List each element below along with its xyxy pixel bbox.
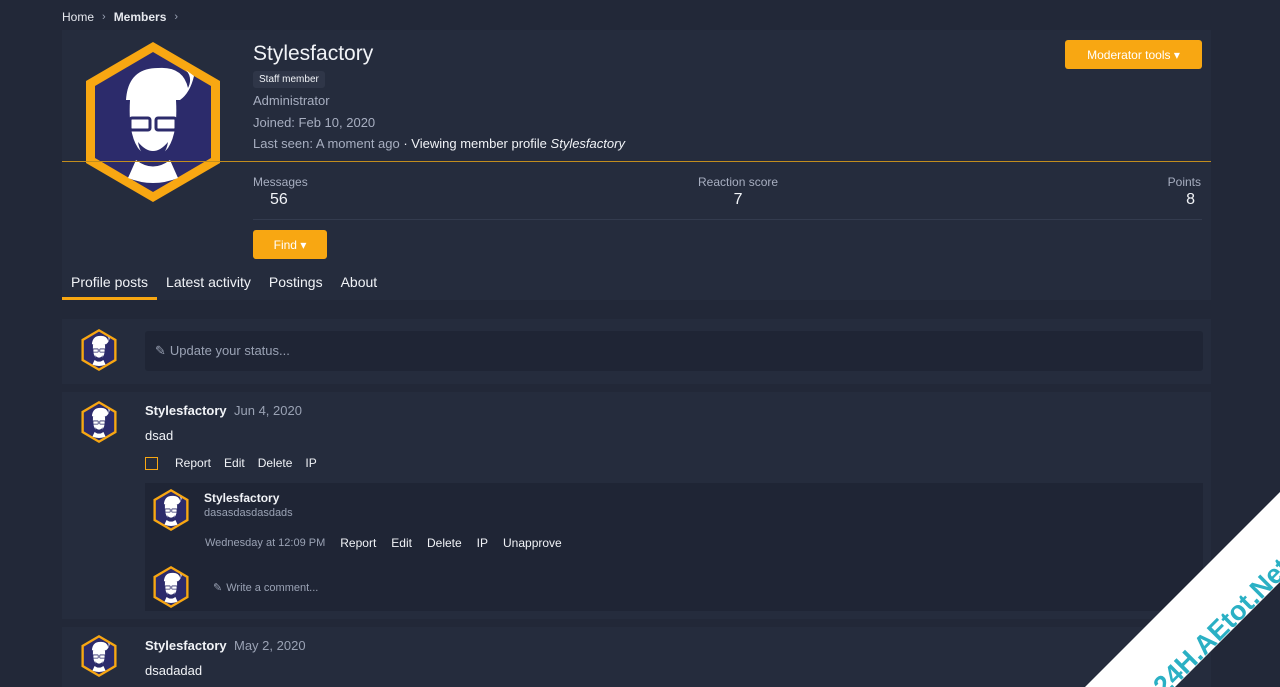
post-text: dsad	[145, 428, 174, 443]
reaction-value: 7	[733, 191, 743, 208]
chevron-right-icon: ›	[174, 11, 179, 23]
post-date[interactable]: Jun 4, 2020	[234, 403, 302, 418]
comment-unapprove-link[interactable]: Unapprove	[503, 536, 562, 550]
comment-report-link[interactable]: Report	[340, 536, 376, 550]
stat-reaction[interactable]: Reaction score 7	[698, 175, 778, 209]
tab-about[interactable]: About	[332, 268, 387, 300]
comment-actions: Wednesday at 12:09 PM Report Edit Delete…	[205, 536, 562, 550]
profile-post: Stylesfactory Jun 4, 2020 dsad Report Ed…	[62, 392, 1211, 619]
breadcrumb: Home › Members ›	[62, 10, 180, 24]
post-author[interactable]: Stylesfactory	[145, 638, 227, 653]
joined-date: Feb 10, 2020	[298, 115, 376, 130]
avatar[interactable]	[79, 328, 119, 372]
avatar[interactable]	[151, 565, 191, 609]
breadcrumb-home-link[interactable]: Home	[62, 10, 94, 24]
ip-link[interactable]: IP	[305, 456, 316, 470]
pencil-icon: ✎	[213, 582, 223, 594]
comment-ip-link[interactable]: IP	[477, 536, 488, 550]
messages-label: Messages	[253, 175, 308, 189]
comment-author[interactable]: Stylesfactory	[204, 491, 279, 505]
comment-text: dasasdasdasdads	[204, 507, 293, 519]
status-placeholder: Update your status...	[169, 343, 290, 358]
stat-points[interactable]: Points 8	[1168, 175, 1201, 209]
stats-divider	[253, 219, 1202, 220]
reaction-label: Reaction score	[698, 175, 779, 189]
select-checkbox[interactable]	[145, 456, 158, 470]
chevron-right-icon: ›	[102, 11, 106, 23]
last-seen-label: Last seen:	[253, 136, 313, 151]
tab-latest-activity[interactable]: Latest activity	[157, 268, 260, 300]
moderator-tools-button[interactable]: Moderator tools ▾	[1065, 40, 1202, 69]
avatar[interactable]	[79, 400, 119, 444]
staff-badge: Staff member	[253, 71, 325, 88]
pencil-icon: ✎	[155, 343, 166, 358]
profile-tabs: Profile posts Latest activity Postings A…	[62, 268, 386, 300]
status-input[interactable]: ✎ Update your status...	[145, 331, 1203, 371]
tab-postings[interactable]: Postings	[260, 268, 332, 300]
write-comment-input[interactable]: ✎ Write a comment...	[213, 581, 319, 595]
points-label: Points	[1167, 175, 1201, 189]
joined-line: Joined: Feb 10, 2020	[253, 115, 375, 130]
stat-messages[interactable]: Messages 56	[253, 175, 308, 209]
messages-value: 56	[270, 191, 288, 208]
post-author[interactable]: Stylesfactory	[145, 403, 227, 418]
report-link[interactable]: Report	[175, 456, 211, 470]
write-comment-placeholder: Write a comment...	[226, 581, 319, 594]
comment-delete-link[interactable]: Delete	[427, 536, 462, 550]
watermark: 24H.AEtot.Net	[1080, 487, 1280, 687]
watermark-banner: 24H.AEtot.Net	[1085, 492, 1280, 687]
last-seen-line: Last seen: A moment ago · Viewing member…	[253, 136, 625, 151]
avatar[interactable]	[151, 488, 191, 532]
post-date[interactable]: May 2, 2020	[234, 638, 306, 653]
comment-edit-link[interactable]: Edit	[391, 536, 412, 550]
activity-target[interactable]: Stylesfactory	[551, 136, 625, 151]
delete-link[interactable]: Delete	[258, 456, 293, 470]
comment-list: Stylesfactory dasasdasdasdads Wednesday …	[145, 483, 1203, 611]
activity-text: · Viewing member profile	[403, 136, 547, 151]
joined-label: Joined:	[253, 115, 295, 130]
profile-header: Stylesfactory Staff member Administrator…	[62, 30, 1211, 300]
profile-name: Stylesfactory	[253, 42, 374, 65]
status-update-box: ✎ Update your status...	[62, 319, 1211, 384]
comment-time[interactable]: Wednesday at 12:09 PM	[205, 537, 325, 549]
tab-profile-posts[interactable]: Profile posts	[62, 268, 158, 300]
last-seen-value: A moment ago	[315, 136, 400, 151]
profile-post: Stylesfactory May 2, 2020 dsadadad	[62, 627, 1211, 687]
edit-link[interactable]: Edit	[224, 456, 245, 470]
post-actions: Report Edit Delete IP	[145, 456, 317, 470]
points-value: 8	[1186, 191, 1195, 208]
breadcrumb-members-link[interactable]: Members	[114, 10, 167, 24]
user-title: Administrator	[253, 93, 330, 108]
profile-avatar[interactable]	[78, 38, 228, 206]
post-text: dsadadad	[145, 663, 203, 678]
header-divider	[62, 161, 1211, 162]
find-button[interactable]: Find ▾	[253, 230, 327, 259]
avatar[interactable]	[79, 634, 119, 678]
